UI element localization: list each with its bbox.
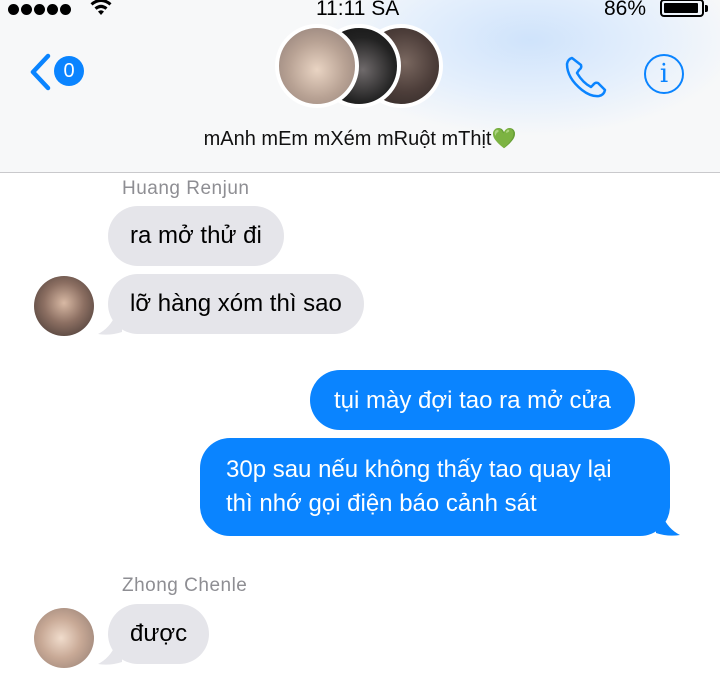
- group-avatars[interactable]: [275, 24, 445, 114]
- avatar[interactable]: [34, 276, 94, 336]
- unread-count-badge: 0: [54, 56, 84, 86]
- group-member-avatar: [275, 24, 359, 108]
- incoming-message-bubble[interactable]: lỡ hàng xóm thì sao: [108, 274, 364, 334]
- sender-name: Zhong Chenle: [122, 575, 248, 596]
- sender-name: Huang Renjun: [122, 178, 250, 199]
- back-button[interactable]: 0: [28, 52, 98, 92]
- chevron-left-icon: [30, 53, 51, 91]
- conversation-header: 11:11 SA 86% 0 mAnh mEm mXém mRuột mThịt…: [0, 0, 720, 173]
- outgoing-message-bubble[interactable]: 30p sau nếu không thấy tao quay lại thì …: [200, 438, 670, 536]
- info-button[interactable]: i: [644, 54, 684, 94]
- bubble-tail: [98, 644, 122, 665]
- battery-icon: [660, 0, 704, 17]
- bubble-tail: [98, 314, 122, 335]
- phone-call-icon[interactable]: [563, 54, 609, 100]
- incoming-message-bubble[interactable]: được: [108, 604, 210, 664]
- bubble-tail: [656, 515, 680, 536]
- battery-tip: [705, 5, 708, 12]
- battery-percentage: 86%: [604, 0, 647, 20]
- status-bar: 11:11 SA 86%: [0, 0, 720, 22]
- outgoing-message-bubble[interactable]: tụi mày đợi tao ra mở cửa: [310, 370, 635, 430]
- signal-strength-icon: [8, 4, 71, 15]
- avatar[interactable]: [34, 608, 94, 668]
- group-name[interactable]: mAnh mEm mXém mRuột mThịt💚: [0, 126, 720, 151]
- status-time: 11:11 SA: [316, 0, 400, 20]
- incoming-message-bubble[interactable]: ra mở thử đi: [108, 206, 284, 266]
- wifi-icon: [90, 0, 112, 15]
